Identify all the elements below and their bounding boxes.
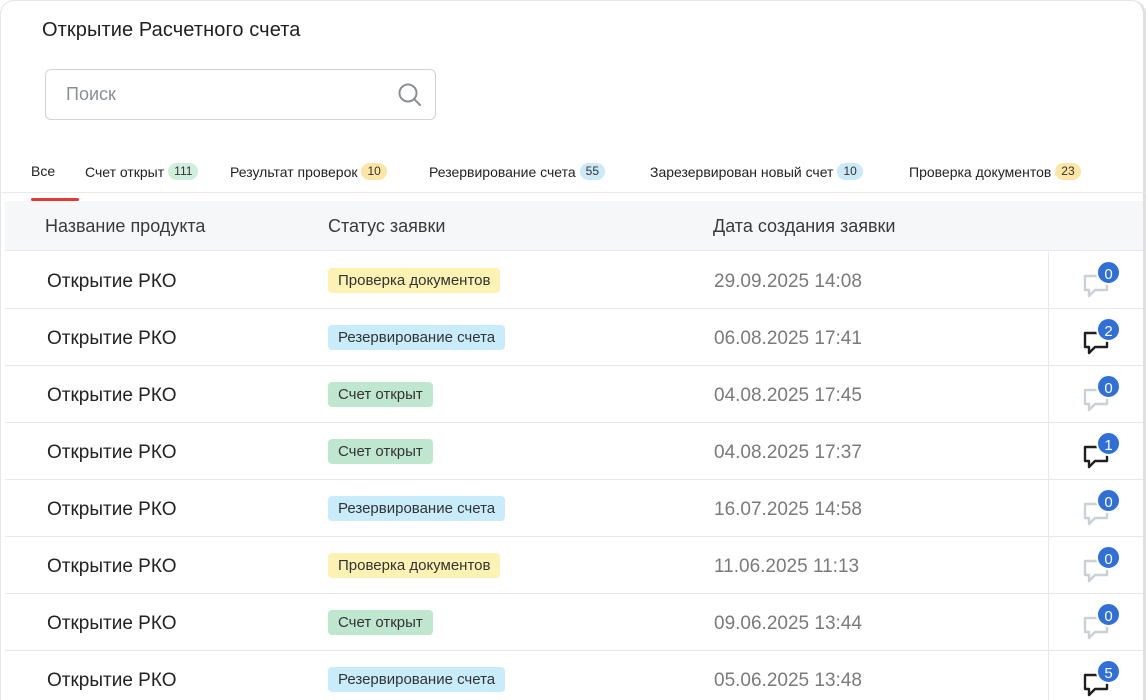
created-date: 11.06.2025 11:13: [714, 556, 860, 577]
status-badge: Резервирование счета: [328, 325, 506, 350]
tab-label: Результат проверок: [230, 163, 358, 180]
product-name: Открытие РКО: [47, 328, 177, 349]
tab-count-badge: 111: [168, 163, 199, 180]
created-date: 16.07.2025 14:58: [714, 499, 862, 520]
product-name: Открытие РКО: [47, 556, 177, 577]
tab-document-check[interactable]: Проверка документов 23: [909, 163, 1081, 180]
created-date: 05.06.2025 13:48: [714, 670, 862, 691]
comments-count-badge: 0: [1096, 488, 1121, 513]
tab-check-results[interactable]: Результат проверок 10: [230, 163, 387, 180]
tab-label: Зарезервирован новый счет: [650, 163, 834, 180]
tab-label: Счет открыт: [85, 163, 165, 180]
column-divider: [1048, 366, 1049, 423]
comments-count-badge: 0: [1096, 260, 1121, 285]
column-divider: [1048, 537, 1049, 594]
status-badge: Резервирование счета: [328, 496, 506, 521]
created-date: 09.06.2025 13:44: [714, 613, 862, 634]
table-row[interactable]: Открытие РКО Счет открыт 04.08.2025 17:37 1: [5, 423, 1143, 480]
status-badge: Счет открыт: [328, 610, 433, 635]
tab-count-badge: 55: [579, 163, 606, 180]
status-badge: Счет открыт: [328, 382, 433, 407]
search-input[interactable]: [46, 70, 386, 119]
comments-button[interactable]: 5: [1078, 659, 1128, 700]
tab-all[interactable]: Все: [31, 163, 55, 179]
created-date: 06.08.2025 17:41: [714, 328, 862, 349]
comments-count-badge: 0: [1096, 374, 1121, 399]
product-name: Открытие РКО: [47, 499, 177, 520]
table-row[interactable]: Открытие РКО Резервирование счета 05.06.20…: [5, 651, 1143, 700]
tab-count-badge: 23: [1055, 163, 1081, 180]
product-name: Открытие РКО: [47, 271, 177, 292]
comments-button[interactable]: 1: [1078, 431, 1128, 475]
comments-count-badge: 0: [1096, 602, 1121, 627]
tab-count-badge: 10: [837, 163, 863, 180]
comments-button[interactable]: 0: [1078, 602, 1128, 646]
table-row[interactable]: Открытие РКО Счет открыт 09.06.2025 13:44 0: [5, 594, 1143, 651]
status-tabs: Все Счет открыт 111 Результат проверок 1…: [1, 157, 1146, 201]
table-row[interactable]: Открытие РКО Резервирование счета 16.07.20…: [5, 480, 1143, 537]
column-divider: [1048, 252, 1049, 309]
column-divider: [1048, 423, 1049, 480]
product-name: Открытие РКО: [47, 442, 177, 463]
status-badge: Резервирование счета: [328, 667, 506, 692]
comments-count-badge: 2: [1096, 317, 1121, 342]
status-badge: Проверка документов: [328, 553, 501, 578]
status-badge: Проверка документов: [328, 268, 501, 293]
page-card: Открытие Расчетного счета Все Счет откры…: [0, 0, 1146, 700]
comments-button[interactable]: 0: [1078, 260, 1128, 304]
column-header-date[interactable]: Дата создания заявки: [713, 216, 896, 237]
comments-button[interactable]: 0: [1078, 545, 1128, 589]
search-icon[interactable]: [397, 82, 423, 108]
tab-label: Проверка документов: [909, 163, 1052, 180]
table-row[interactable]: Открытие РКО Резервирование счета 06.08.20…: [5, 309, 1143, 366]
comments-button[interactable]: 0: [1078, 488, 1128, 532]
table-header: Название продукта Статус заявки Дата соз…: [5, 201, 1143, 251]
table-row[interactable]: Открытие РКО Проверка документов 11.06.202…: [5, 537, 1143, 594]
page-title: Открытие Расчетного счета: [42, 19, 301, 41]
column-divider: [1048, 480, 1049, 537]
status-badge: Счет открыт: [328, 439, 433, 464]
tab-new-account-reserved[interactable]: Зарезервирован новый счет 10: [650, 163, 863, 180]
comments-count-badge: 1: [1096, 431, 1121, 456]
created-date: 04.08.2025 17:37: [714, 442, 862, 463]
column-divider: [1048, 651, 1049, 700]
column-divider: [1048, 594, 1049, 651]
comments-count-badge: 0: [1096, 545, 1121, 570]
created-date: 04.08.2025 17:45: [714, 385, 862, 406]
search-box[interactable]: [45, 69, 436, 120]
tab-label: Резервирование счета: [429, 163, 576, 180]
column-divider: [1048, 309, 1049, 366]
column-header-product[interactable]: Название продукта: [45, 216, 205, 237]
comments-button[interactable]: 0: [1078, 374, 1128, 418]
table-row[interactable]: Открытие РКО Счет открыт 04.08.2025 17:45 0: [5, 366, 1143, 423]
comments-button[interactable]: 2: [1078, 317, 1128, 361]
column-header-status[interactable]: Статус заявки: [328, 216, 445, 237]
comments-count-badge: 5: [1096, 659, 1121, 684]
tab-label: Все: [31, 163, 56, 179]
created-date: 29.09.2025 14:08: [714, 271, 862, 292]
tab-count-badge: 10: [361, 163, 387, 180]
product-name: Открытие РКО: [47, 385, 177, 406]
product-name: Открытие РКО: [47, 670, 177, 691]
product-name: Открытие РКО: [47, 613, 177, 634]
tab-account-opened[interactable]: Счет открыт 111: [85, 163, 199, 180]
table-row[interactable]: Открытие РКО Проверка документов 29.09.202…: [5, 252, 1143, 309]
tab-account-reservation[interactable]: Резервирование счета 55: [429, 163, 606, 180]
